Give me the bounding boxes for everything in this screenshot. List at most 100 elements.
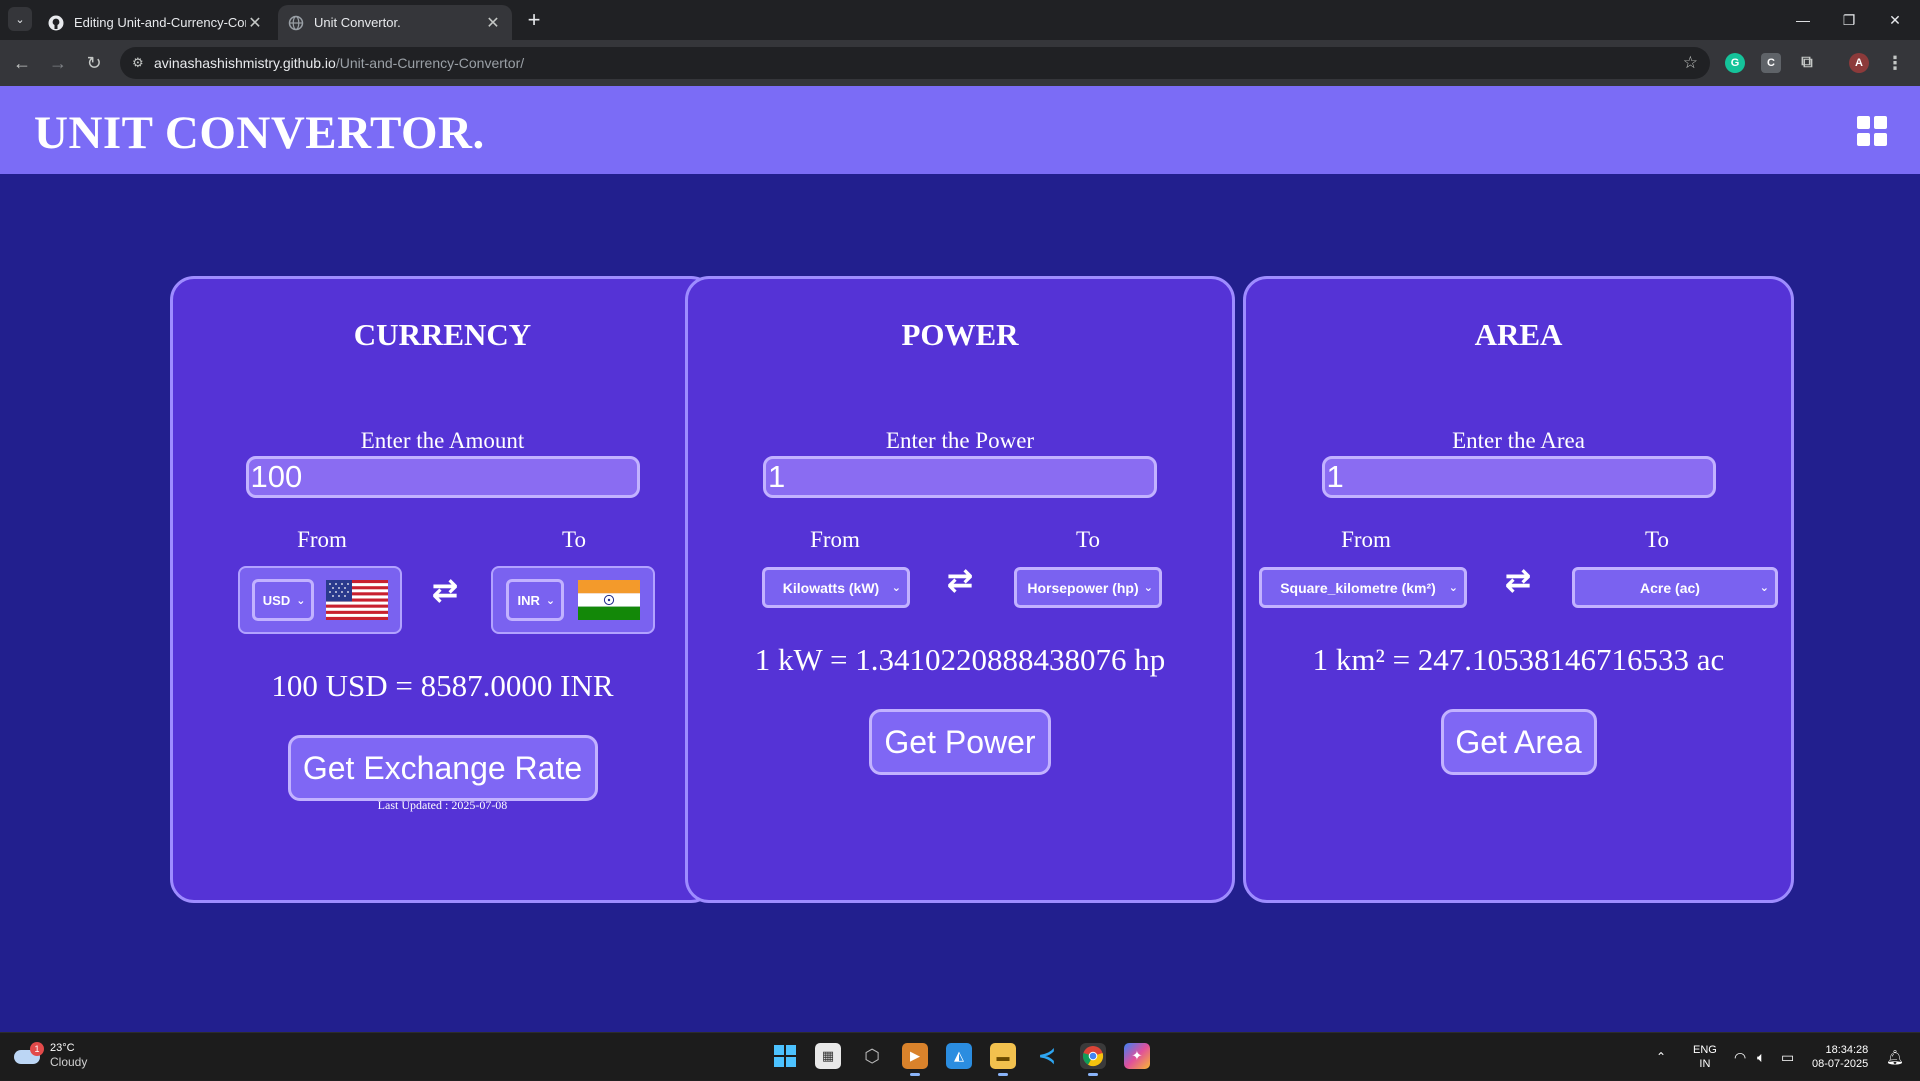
tab-search-button[interactable]: ⌄ <box>8 7 32 31</box>
area-result: 1 km² = 247.10538146716533 ac <box>1312 642 1725 677</box>
clock-date: 08-07-2025 <box>1812 1058 1869 1070</box>
grammarly-extension-icon[interactable]: G <box>1725 53 1745 73</box>
chevron-down-icon: ⌄ <box>15 13 25 26</box>
site-info-icon[interactable]: ⚙ <box>132 55 154 71</box>
window-close-button[interactable]: ✕ <box>1872 0 1918 40</box>
swap-arrows-icon[interactable]: ⇄ <box>425 571 465 609</box>
arrow-right-icon: → <box>49 52 67 73</box>
power-result: 1 kW = 1.3410220888438076 hp <box>754 642 1166 677</box>
to-label: To <box>562 527 586 552</box>
copilot-icon[interactable]: ✦ <box>1124 1043 1150 1069</box>
restore-button[interactable]: ❐ <box>1826 0 1872 40</box>
new-tab-button[interactable]: + <box>520 6 548 34</box>
chevron-down-icon: ⌄ <box>296 594 306 607</box>
to-label: To <box>1645 527 1669 552</box>
globe-icon <box>288 15 304 31</box>
vscode-icon[interactable]: ≺ <box>1034 1043 1060 1069</box>
get-area-button[interactable]: Get Area <box>1440 709 1597 775</box>
chevron-down-icon: ⌄ <box>1759 582 1769 594</box>
url-host: avinashashishmistry.github.io <box>154 55 336 71</box>
windows-start-icon[interactable] <box>772 1043 798 1069</box>
region-code: IN <box>1699 1058 1711 1070</box>
clock-time: 18:34:28 <box>1825 1044 1869 1056</box>
browser-toolbar: ← → ↻ ⚙ avinashashishmistry.github.io/Un… <box>0 40 1920 86</box>
swap-arrows-icon[interactable]: ⇄ <box>1498 561 1538 599</box>
back-button[interactable]: ← <box>8 49 36 77</box>
c-extension-icon[interactable]: C <box>1761 53 1781 73</box>
amount-input[interactable] <box>245 456 640 498</box>
power-input[interactable] <box>763 456 1157 498</box>
minimize-button[interactable]: — <box>1780 0 1826 40</box>
from-label: From <box>810 527 860 552</box>
weather-widget[interactable]: 1 23°C Cloudy <box>14 1041 87 1070</box>
chevron-down-icon: ⌄ <box>1448 582 1458 594</box>
browser-tabstrip: ⌄ Editing Unit-and-Currency-Con ✕ Unit C… <box>0 0 1920 40</box>
tab-title: Editing Unit-and-Currency-Con <box>74 15 246 30</box>
language-code: ENG <box>1693 1044 1717 1056</box>
cloud-icon: 1 <box>14 1041 44 1066</box>
tab-editing[interactable]: Editing Unit-and-Currency-Con ✕ <box>38 5 274 40</box>
app-hexagon-icon[interactable]: ⬡ <box>859 1043 885 1069</box>
tab-unit-convertor[interactable]: Unit Convertor. ✕ <box>278 5 512 40</box>
more-menu-icon[interactable]: ⋮ <box>1885 53 1905 73</box>
close-icon[interactable]: ✕ <box>246 13 264 33</box>
tray-overflow-chevron-icon[interactable]: ⌃ <box>1656 1033 1666 1081</box>
close-icon[interactable]: ✕ <box>484 13 502 33</box>
weather-temp: 23°C <box>50 1042 75 1054</box>
area-to-select[interactable]: Acre (ac) ⌄ <box>1572 567 1778 608</box>
swap-arrows-icon[interactable]: ⇄ <box>940 561 980 599</box>
currency-result: 100 USD = 8587.0000 INR <box>271 668 614 703</box>
chrome-icon[interactable] <box>1080 1043 1106 1076</box>
forward-button[interactable]: → <box>44 49 72 77</box>
store-icon[interactable]: ▦ <box>815 1043 841 1069</box>
to-currency-code: INR <box>517 592 540 608</box>
area-from-select[interactable]: Square_kilometre (km²) ⌄ <box>1259 567 1467 608</box>
chevron-down-icon: ⌄ <box>1143 582 1153 594</box>
currency-card: CURRENCY Enter the Amount From To USD ⌄ ⇄ <box>170 276 715 903</box>
reload-button[interactable]: ↻ <box>80 49 108 77</box>
arrow-left-icon: ← <box>13 52 31 73</box>
power-from-select[interactable]: Kilowatts (kW) ⌄ <box>762 567 910 608</box>
from-currency-box: USD ⌄ <box>238 566 402 634</box>
currency-title: CURRENCY <box>353 317 532 352</box>
power-to-select[interactable]: Horsepower (hp) ⌄ <box>1014 567 1162 608</box>
power-title: POWER <box>901 317 1019 352</box>
bookmark-star-icon[interactable]: ☆ <box>1683 53 1698 73</box>
power-to-unit: Horsepower (hp) <box>1027 579 1139 596</box>
file-explorer-icon[interactable]: ▬ <box>990 1043 1016 1076</box>
address-bar[interactable]: ⚙ avinashashishmistry.github.io/Unit-and… <box>120 47 1710 79</box>
site-title: UNIT CONVERTOR. <box>34 107 485 159</box>
url-path: /Unit-and-Currency-Convertor/ <box>335 55 525 71</box>
last-updated-text: Last Updated : 2025-07-08 <box>377 798 508 812</box>
get-exchange-rate-button[interactable]: Get Exchange Rate <box>287 735 598 801</box>
site-header: UNIT CONVERTOR. <box>0 86 1920 174</box>
india-flag-icon <box>577 580 640 620</box>
to-label: To <box>1076 527 1100 552</box>
battery-icon[interactable]: ▭ <box>1781 1033 1794 1081</box>
media-player-icon[interactable]: ▶ <box>902 1043 928 1076</box>
github-icon <box>48 15 64 31</box>
power-from-unit: Kilowatts (kW) <box>782 579 880 596</box>
extensions-puzzle-icon[interactable]: ⧉ <box>1797 53 1817 73</box>
clock[interactable]: 18:34:28 08-07-2025 <box>1812 1033 1868 1081</box>
to-currency-select[interactable]: INR ⌄ <box>506 579 565 621</box>
from-label: From <box>1341 527 1391 552</box>
profile-avatar[interactable]: A <box>1849 53 1869 73</box>
volume-icon[interactable]: 🔈︎ <box>1757 1033 1765 1081</box>
taskbar: 1 23°C Cloudy ▦ ⬡ ▶ ◭ ▬ ≺ ✦ ⌃ ENG IN ◠ 🔈… <box>0 1032 1920 1080</box>
area-to-unit: Acre (ac) <box>1640 579 1700 596</box>
to-currency-box: INR ⌄ <box>491 566 655 634</box>
from-currency-select[interactable]: USD ⌄ <box>251 579 315 621</box>
reload-icon: ↻ <box>86 52 102 73</box>
wifi-icon[interactable]: ◠ <box>1734 1033 1746 1081</box>
area-input[interactable] <box>1321 456 1716 498</box>
photos-icon[interactable]: ◭ <box>946 1043 972 1069</box>
get-power-button[interactable]: Get Power <box>869 709 1051 775</box>
language-indicator[interactable]: ENG IN <box>1693 1033 1717 1081</box>
grid-menu-icon[interactable] <box>1857 116 1887 146</box>
area-from-unit: Square_kilometre (km²) <box>1280 579 1436 596</box>
area-card: AREA Enter the Area From To Square_kilom… <box>1243 276 1794 903</box>
chevron-down-icon: ⌄ <box>545 594 556 607</box>
notification-bell-icon[interactable]: 🔔︎ <box>1886 1033 1904 1081</box>
from-currency-code: USD <box>262 592 291 608</box>
